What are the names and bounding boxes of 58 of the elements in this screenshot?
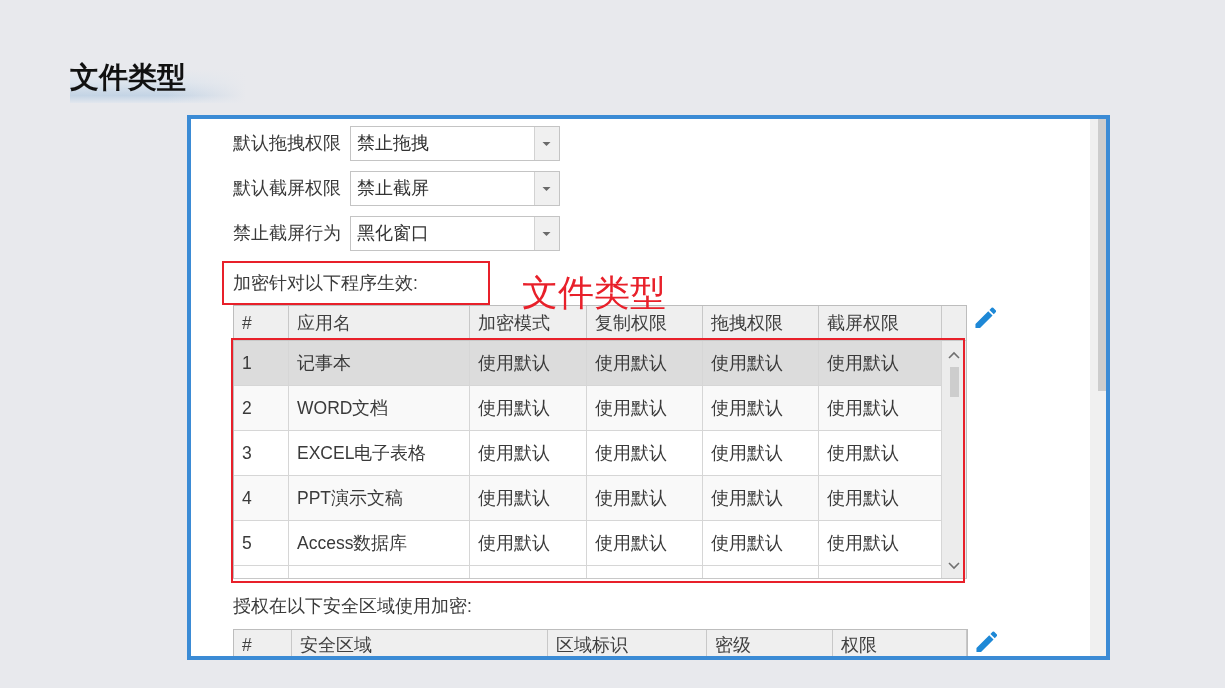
table-cell: PPT演示文稿 [289,476,470,520]
table-cell: 使用默认 [703,386,819,430]
table-cell: 使用默认 [470,431,587,475]
section-label: 授权在以下安全区域使用加密: [233,594,472,618]
pencil-icon[interactable] [975,307,996,328]
table-cell: Access数据库 [289,521,470,565]
table-cell: 使用默认 [470,341,587,385]
table-cell: 使用默认 [587,431,703,475]
table-cell: 使用默认 [587,476,703,520]
scrollbar-thumb[interactable] [1098,119,1106,391]
table-cell: 使用默认 [470,386,587,430]
section-label: 加密针对以下程序生效: [233,271,418,295]
field-label: 默认拖拽权限 [233,132,342,156]
table-cell: 1 [234,341,289,385]
caret-icon[interactable] [534,172,559,205]
dropdown[interactable]: 禁止拖拽 [350,126,560,161]
field-label: 默认截屏权限 [233,177,342,201]
column-header[interactable]: 安全区域 [292,630,548,656]
table-cell: 3 [234,431,289,475]
column-header[interactable]: 权限 [833,630,967,656]
table-cell: 5 [234,521,289,565]
table-cell: 使用默认 [703,341,819,385]
table-cell: WORD文档 [289,386,470,430]
pencil-icon[interactable] [976,631,997,652]
table-cell: 使用默认 [587,341,703,385]
column-header[interactable]: 拖拽权限 [703,306,819,340]
column-header[interactable]: # [234,306,289,340]
column-header[interactable]: 区域标识 [548,630,707,656]
caret-icon[interactable] [534,127,559,160]
table-row[interactable]: 5 Access数据库 使用默认 使用默认 使用默认 使用默认 [234,521,942,566]
scrollbar-thumb[interactable] [949,367,959,397]
dropdown[interactable]: 禁止截屏 [350,171,560,206]
column-header[interactable]: # [234,630,292,656]
table-row[interactable]: 3 EXCEL电子表格 使用默认 使用默认 使用默认 使用默认 [234,431,942,476]
column-header[interactable]: 截屏权限 [819,306,942,340]
dropdown[interactable]: 黑化窗口 [350,216,560,251]
column-header[interactable]: 应用名 [289,306,470,340]
table-cell: 使用默认 [587,386,703,430]
chevron-down-icon[interactable] [948,562,960,570]
caret-icon[interactable] [534,217,559,250]
table-cell: 使用默认 [470,521,587,565]
table-row[interactable]: 1 记事本 使用默认 使用默认 使用默认 使用默认 [234,341,942,386]
table-row[interactable]: 4 PPT演示文稿 使用默认 使用默认 使用默认 使用默认 [234,476,942,521]
table-cell: 使用默认 [587,521,703,565]
table-cell: 2 [234,386,289,430]
chevron-up-icon[interactable] [948,351,960,359]
table-cell: 使用默认 [703,521,819,565]
scrollbar[interactable] [1090,119,1106,656]
table-cell: 使用默认 [703,431,819,475]
table-cell: EXCEL电子表格 [289,431,470,475]
field-label: 禁止截屏行为 [233,222,342,246]
table-cell: 使用默认 [703,476,819,520]
table-row[interactable]: 2 WORD文档 使用默认 使用默认 使用默认 使用默认 [234,386,942,431]
table-cell: 记事本 [289,341,470,385]
table-cell: 4 [234,476,289,520]
column-header[interactable]: 密级 [707,630,833,656]
scrollbar[interactable] [942,341,966,578]
table-cell: 使用默认 [470,476,587,520]
